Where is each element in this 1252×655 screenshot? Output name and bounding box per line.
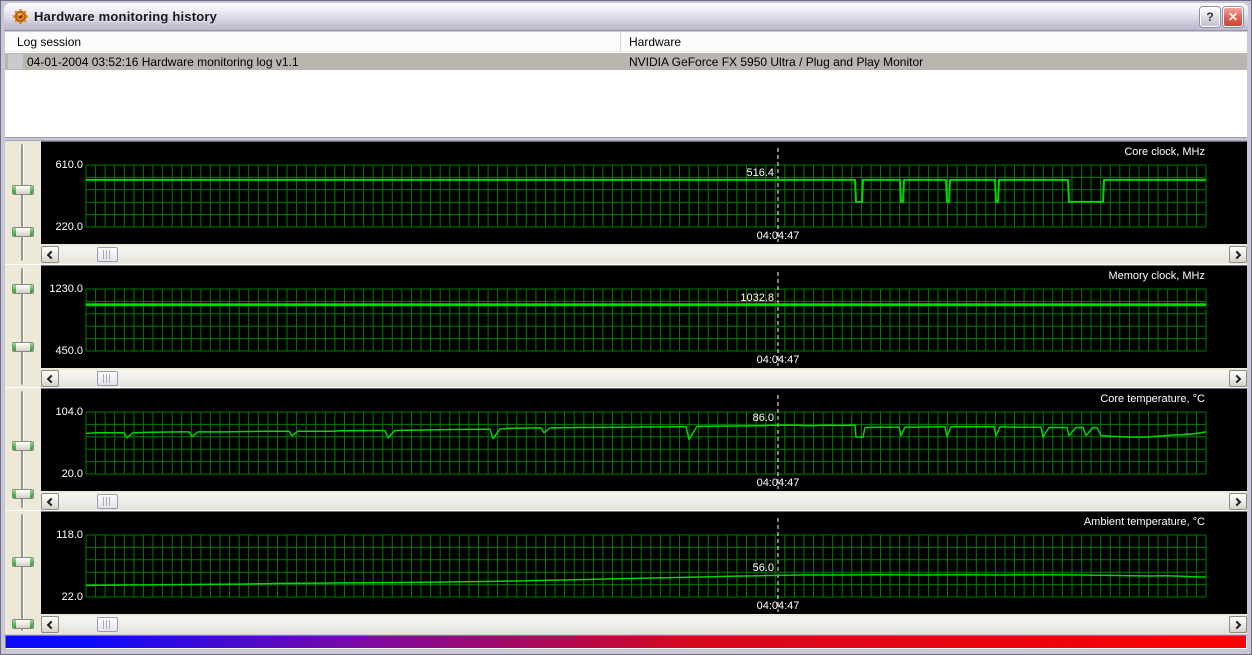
- range-slider[interactable]: [5, 511, 41, 634]
- column-header-log-session[interactable]: Log session: [5, 32, 621, 51]
- graph-area: Core temperature, °C 104.0 20.0 86.0 04:…: [41, 388, 1247, 491]
- axis-max-label: 610.0: [55, 159, 83, 171]
- axis-max-label: 1230.0: [49, 283, 83, 295]
- axis-min-label: 20.0: [61, 468, 83, 480]
- graph-area: Memory clock, MHz 1230.0 450.0 1032.8 04…: [41, 265, 1247, 368]
- horizontal-scrollbar[interactable]: [41, 246, 1247, 263]
- scrollbar-thumb[interactable]: [97, 494, 118, 509]
- scroll-left-button[interactable]: [41, 616, 59, 633]
- range-slider[interactable]: [5, 388, 41, 511]
- grip-icon: [103, 497, 112, 506]
- row-state-box: [8, 54, 23, 69]
- scrollbar-track[interactable]: [59, 246, 1229, 263]
- cursor-time-label: 04:04:47: [756, 600, 800, 612]
- log-session-row[interactable]: 04-01-2004 03:52:16 Hardware monitoring …: [5, 53, 1247, 70]
- axis-max-label: 104.0: [55, 406, 83, 418]
- horizontal-scrollbar[interactable]: [41, 493, 1247, 510]
- axis-max-label: 118.0: [56, 529, 83, 541]
- graph-area: Ambient temperature, °C 118.0 22.0 56.0 …: [41, 511, 1247, 614]
- axis-min-label: 220.0: [55, 221, 83, 233]
- slider-track[interactable]: [21, 144, 24, 261]
- column-header-hardware[interactable]: Hardware: [621, 32, 1247, 51]
- slider-track[interactable]: [21, 514, 24, 631]
- scroll-left-button[interactable]: [41, 246, 59, 263]
- range-slider[interactable]: [5, 141, 41, 264]
- chart-panel-core-clock: Core clock, MHz 610.0 220.0 516.4 04:04:…: [5, 141, 1247, 264]
- scroll-right-icon: [1232, 497, 1242, 506]
- plot-core-temperature[interactable]: [41, 389, 1247, 492]
- scroll-left-button[interactable]: [41, 493, 59, 510]
- cursor-value-label: 1032.8: [740, 292, 774, 304]
- temperature-gradient-bar: [5, 635, 1247, 649]
- scroll-right-button[interactable]: [1229, 246, 1247, 263]
- slider-thumb-max[interactable]: [12, 185, 34, 195]
- plot-core-clock[interactable]: [41, 142, 1247, 245]
- scrollbar-thumb[interactable]: [97, 371, 118, 386]
- chart-title: Core temperature, °C: [1100, 393, 1205, 405]
- cursor-time-label: 04:04:47: [756, 477, 800, 489]
- close-button[interactable]: ✕: [1223, 6, 1243, 27]
- list-header: Log session Hardware: [5, 32, 1247, 52]
- cursor-value-label: 516.4: [746, 167, 774, 179]
- chart-panel-ambient-temperature: Ambient temperature, °C 118.0 22.0 56.0 …: [5, 510, 1247, 633]
- charts-region: Core clock, MHz 610.0 220.0 516.4 04:04:…: [5, 140, 1247, 634]
- chart-panel-core-temperature: Core temperature, °C 104.0 20.0 86.0 04:…: [5, 387, 1247, 510]
- scrollbar-track[interactable]: [59, 493, 1229, 510]
- chart-title: Memory clock, MHz: [1108, 270, 1205, 282]
- log-session-cell: 04-01-2004 03:52:16 Hardware monitoring …: [27, 54, 299, 69]
- scroll-left-icon: [46, 620, 56, 629]
- slider-thumb-max[interactable]: [12, 441, 34, 451]
- title-bar[interactable]: Hardware monitoring history ? ✕: [4, 3, 1248, 31]
- cursor-value-label: 56.0: [752, 562, 774, 574]
- slider-thumb-min[interactable]: [12, 619, 34, 629]
- grip-icon: [103, 620, 112, 629]
- cursor-value-label: 86.0: [752, 412, 774, 424]
- help-button[interactable]: ?: [1200, 6, 1220, 27]
- plot-memory-clock[interactable]: [41, 266, 1247, 369]
- log-session-list: Log session Hardware 04-01-2004 03:52:16…: [5, 32, 1247, 138]
- app-gear-icon: [13, 9, 28, 24]
- scroll-right-icon: [1232, 250, 1242, 259]
- graph-area: Core clock, MHz 610.0 220.0 516.4 04:04:…: [41, 141, 1247, 244]
- grip-icon: [103, 250, 112, 259]
- plot-ambient-temperature[interactable]: [41, 512, 1247, 615]
- axis-min-label: 450.0: [55, 345, 83, 357]
- range-slider[interactable]: [5, 265, 41, 388]
- scroll-left-icon: [46, 374, 56, 383]
- scroll-right-button[interactable]: [1229, 370, 1247, 387]
- scroll-right-icon: [1232, 374, 1242, 383]
- window-title: Hardware monitoring history: [34, 9, 218, 24]
- slider-thumb-min[interactable]: [12, 342, 34, 352]
- hardware-cell: NVIDIA GeForce FX 5950 Ultra / Plug and …: [629, 54, 924, 69]
- close-icon: ✕: [1227, 9, 1239, 24]
- cursor-time-label: 04:04:47: [756, 354, 800, 366]
- scrollbar-track[interactable]: [59, 370, 1229, 387]
- hardware-monitoring-history-window: Hardware monitoring history ? ✕ Log sess…: [0, 0, 1252, 655]
- chart-panel-memory-clock: Memory clock, MHz 1230.0 450.0 1032.8 04…: [5, 264, 1247, 387]
- slider-thumb-max[interactable]: [12, 557, 34, 567]
- scroll-right-icon: [1232, 620, 1242, 629]
- scrollbar-track[interactable]: [59, 616, 1229, 633]
- slider-thumb-min[interactable]: [12, 489, 34, 499]
- grip-icon: [103, 374, 112, 383]
- scroll-right-button[interactable]: [1229, 493, 1247, 510]
- scroll-right-button[interactable]: [1229, 616, 1247, 633]
- scroll-left-button[interactable]: [41, 370, 59, 387]
- cursor-time-label: 04:04:47: [756, 230, 800, 242]
- axis-min-label: 22.0: [61, 591, 83, 603]
- scroll-left-icon: [46, 250, 56, 259]
- help-icon: ?: [1206, 9, 1214, 24]
- chart-title: Core clock, MHz: [1124, 146, 1205, 158]
- scrollbar-thumb[interactable]: [97, 617, 118, 632]
- scrollbar-thumb[interactable]: [97, 247, 118, 262]
- slider-thumb-max[interactable]: [12, 284, 34, 294]
- slider-thumb-min[interactable]: [12, 227, 34, 237]
- horizontal-scrollbar[interactable]: [41, 370, 1247, 387]
- scroll-left-icon: [46, 497, 56, 506]
- chart-title: Ambient temperature, °C: [1083, 516, 1205, 528]
- horizontal-scrollbar[interactable]: [41, 616, 1247, 633]
